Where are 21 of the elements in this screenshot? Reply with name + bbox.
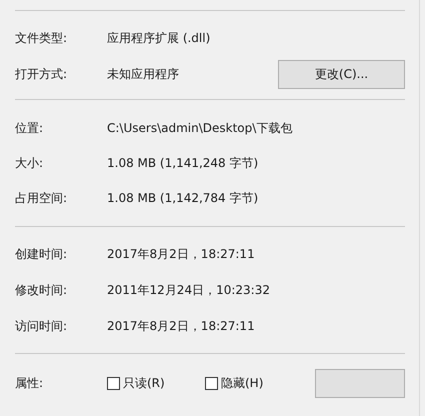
advanced-button[interactable] xyxy=(315,368,405,398)
field-label: 大小: xyxy=(15,154,44,172)
field-label: 占用空间: xyxy=(15,190,68,206)
field-value: 1.08 MB (1,142,784 字节) xyxy=(107,190,260,206)
field-value: 1.08 MB (1,141,248 字节) xyxy=(107,154,260,172)
attribute-checkbox[interactable]: 只读(R) xyxy=(107,374,205,392)
field-label: 访问时间: xyxy=(15,318,68,334)
field-value: 未知应用程序 xyxy=(107,66,180,83)
field-value: 2011年12月24日，10:23:32 xyxy=(107,282,271,298)
change-button[interactable]: 更改(C)... xyxy=(278,60,405,89)
attribute-checkbox[interactable]: 隐藏(H) xyxy=(205,374,303,392)
field-label: 打开方式: xyxy=(15,66,68,83)
field-value: 应用程序扩展 (.dll) xyxy=(107,30,212,46)
field-label: 位置: xyxy=(15,120,44,136)
field-value: 2017年8月2日，18:27:11 xyxy=(107,246,256,262)
field-label: 修改时间: xyxy=(15,282,68,298)
field-value: C:\Users\admin\Desktop\下载包 xyxy=(107,120,294,136)
field-label: 创建时间: xyxy=(15,246,68,262)
field-label: 属性: xyxy=(15,374,44,392)
field-label: 文件类型: xyxy=(15,30,68,46)
field-value: 2017年8月2日，18:27:11 xyxy=(107,318,256,334)
